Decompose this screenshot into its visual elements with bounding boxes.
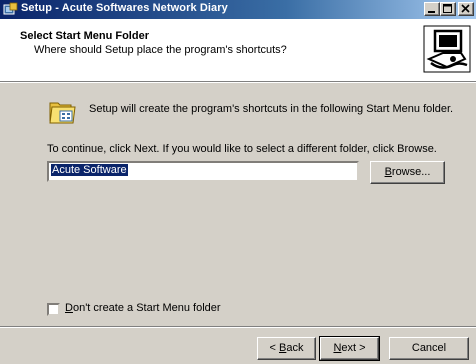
- back-button[interactable]: < Back: [257, 337, 316, 360]
- back-label-rest: ack: [286, 342, 304, 354]
- setup-window: Setup - Acute Softwares Network Diary Se…: [0, 0, 476, 364]
- no-start-menu-checkbox[interactable]: [47, 303, 60, 316]
- browse-label-rest: rowse...: [391, 166, 431, 178]
- start-menu-folder-icon: [49, 102, 76, 124]
- wizard-header: Select Start Menu Folder Where should Se…: [0, 19, 476, 81]
- start-menu-folder-input[interactable]: Acute Software: [47, 161, 359, 182]
- title-bar[interactable]: Setup - Acute Softwares Network Diary: [0, 0, 476, 19]
- maximize-icon: [443, 4, 452, 13]
- page-subtitle: Where should Setup place the program's s…: [34, 44, 287, 56]
- browse-label: Browse...: [385, 166, 431, 178]
- maximize-button[interactable]: [440, 2, 456, 16]
- computer-wizard-icon: [423, 25, 471, 73]
- browse-access-key: B: [384, 166, 392, 178]
- close-icon: [461, 4, 470, 13]
- next-label-rest: ext >: [341, 342, 366, 354]
- minimize-button[interactable]: [424, 2, 440, 16]
- setup-app-icon: [3, 2, 18, 15]
- page-title: Select Start Menu Folder: [20, 30, 149, 42]
- intro-text: Setup will create the program's shortcut…: [89, 103, 454, 115]
- minimize-icon: [428, 11, 435, 13]
- checkbox-access-key: D: [65, 302, 73, 314]
- header-separator: [0, 81, 476, 83]
- back-prefix: <: [269, 342, 279, 354]
- browse-button[interactable]: Browse...: [370, 161, 445, 184]
- next-button[interactable]: Next >: [319, 336, 380, 361]
- close-button[interactable]: [458, 2, 474, 16]
- cancel-button[interactable]: Cancel: [389, 337, 469, 360]
- no-start-menu-label[interactable]: Don't create a Start Menu folder: [65, 302, 221, 314]
- folder-input-value: Acute Software: [51, 164, 128, 176]
- checkbox-label-rest: on't create a Start Menu folder: [72, 302, 221, 314]
- window-title: Setup - Acute Softwares Network Diary: [21, 2, 228, 14]
- instruction-text: To continue, click Next. If you would li…: [47, 143, 437, 155]
- footer-separator: [0, 326, 476, 328]
